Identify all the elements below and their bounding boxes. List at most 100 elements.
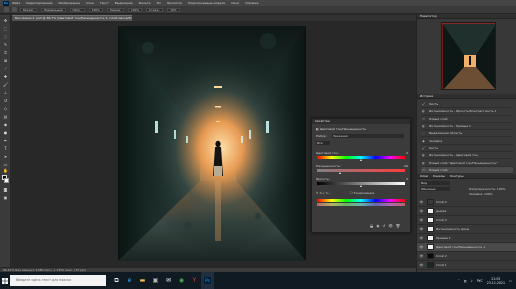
quick-mask-icon[interactable]: ◙ [3,187,8,192]
visibility-eye-icon[interactable]: 👁 [419,245,424,249]
blur-tool-icon[interactable]: ◆ [3,122,8,127]
lasso-tool-icon[interactable]: ◌ [3,34,8,39]
yandex-icon[interactable]: Y [188,272,201,289]
visibility-icon[interactable]: 👁 [388,224,392,228]
menu-item-layers[interactable]: Слои [86,1,94,5]
history-brush-tool-icon[interactable]: ↺ [3,98,8,103]
chrome-icon[interactable]: ◉ [175,272,188,289]
tab-channels[interactable]: Каналы [433,174,445,178]
eyedropper-minus-icon[interactable]: ✎− [325,191,330,195]
layer-thumbnail[interactable] [427,216,434,223]
hue-slider-handle[interactable] [359,159,362,161]
history-item-current[interactable]: ▭ Новый слой [421,166,513,174]
pen-tool-icon[interactable]: ✒ [3,138,8,143]
notifications-icon[interactable]: ▭ [509,279,512,283]
lightness-value[interactable]: 0 [398,177,408,181]
layer-row[interactable]: 👁 Слой 4 [417,198,516,207]
visibility-eye-icon[interactable]: 👁 [419,227,424,231]
clock[interactable]: 21:05 23.11.2021 [487,277,505,285]
layer-row[interactable]: 👁 дымка [417,207,516,216]
history-item[interactable]: 🖌 Кисть [421,145,513,153]
view-previous-icon[interactable]: ◉ [376,224,379,228]
layer-thumbnail[interactable] [427,234,434,241]
channel-select[interactable]: Все [316,141,330,145]
layer-row[interactable]: 👁 Слой 3 [417,216,516,225]
clone-stamp-tool-icon[interactable]: ⊥ [3,90,8,95]
fill-control[interactable]: Заливка: 100% [469,192,515,196]
saturation-slider-handle[interactable] [339,172,342,174]
layer-thumbnail[interactable] [427,198,434,205]
visibility-eye-icon[interactable]: 👁 [419,254,424,258]
layer-thumbnail[interactable] [427,252,434,259]
move-tool-icon[interactable]: ✥ [3,18,8,23]
layer-filter-select[interactable]: Вид [420,181,450,185]
reset-icon[interactable]: ↺ [382,224,385,228]
menu-item-type[interactable]: Текст [100,1,109,5]
document-canvas-image[interactable] [118,26,306,261]
menu-item-3d[interactable]: 3D [157,1,161,5]
frame-tool-icon[interactable]: ⊠ [3,58,8,63]
volume-icon[interactable]: ♪ [471,279,473,283]
smoothing-field[interactable]: 10% [167,7,180,12]
screen-mode-icon[interactable]: ▣ [3,195,8,200]
brush-preset-icon[interactable] [12,7,17,12]
layer-thumbnail[interactable] [427,225,434,232]
type-tool-icon[interactable]: T [3,146,8,151]
opacity-control[interactable]: Непрозрачность: 100% [469,187,515,191]
edge-icon[interactable]: e [123,272,136,289]
blend-mode-select[interactable]: Обычные [420,187,450,191]
menu-item-filter[interactable]: Фильтр [139,1,151,5]
menu-item-select[interactable]: Выделение [115,1,133,5]
hand-tool-icon[interactable]: ✋ [3,168,8,173]
visibility-eye-icon[interactable]: 👁 [419,200,424,204]
layer-row[interactable]: 👁 Интенсивность фона [417,225,516,234]
path-select-tool-icon[interactable]: ➤ [3,154,8,159]
saturation-slider-track[interactable] [317,169,405,172]
eraser-tool-icon[interactable]: ◇ [3,106,8,111]
folder-icon[interactable]: ▬ [136,272,149,289]
menu-item-window[interactable]: Окно [231,1,239,5]
tab-layers[interactable]: Слои [420,174,428,178]
visibility-eye-icon[interactable]: 👁 [419,236,424,240]
quick-select-tool-icon[interactable]: ✎ [3,42,8,47]
colorize-checkbox[interactable]: ☐ Тонирование [350,191,374,195]
crop-tool-icon[interactable]: ⌗ [3,50,8,55]
taskbar-search-input[interactable]: Введите здесь текст для поиска [10,275,106,286]
layer-row[interactable]: 👁 Кривые 1 [417,234,516,243]
history-item[interactable]: ◐ Интенсивность - Яркость/Контрастность 1 [421,108,513,116]
properties-header[interactable]: Свойства [312,119,410,124]
saturation-value[interactable]: -46 [398,164,408,168]
shape-tool-icon[interactable]: ▭ [3,162,8,167]
history-item[interactable]: 🖌 Кисть [421,101,513,109]
menu-item-help[interactable]: Справка [245,1,258,5]
tray-arrow-icon[interactable]: ˄ [458,279,460,283]
navigator-panel-header[interactable]: Навигатор [417,14,516,19]
dodge-tool-icon[interactable]: ● [3,130,8,135]
menu-item-edit[interactable]: Редактирование [26,1,52,5]
menu-item-image[interactable]: Изображение [58,1,80,5]
layer-row[interactable]: 👁 Цветовой тон/Насыщенность 1 [417,243,516,252]
layer-thumbnail[interactable] [427,243,434,250]
menu-item-view[interactable]: Просмотр [167,1,182,5]
history-item[interactable]: ▭ Новый слой [421,116,513,123]
history-item[interactable]: ◐ Новый слой "Цветовой тон/Насыщенность" [421,159,513,167]
pressure-field[interactable]: 100% [128,7,143,12]
tab-paths[interactable]: Контуры [450,174,464,178]
taskview-icon[interactable]: ⧉ [110,272,123,289]
history-item[interactable]: ◐ Интенсивность - Кривые 1 [421,123,513,131]
lightness-slider-handle[interactable] [359,185,362,187]
history-item[interactable]: ⬚ Выделенная область [421,130,513,138]
layer-thumbnail[interactable] [427,207,434,214]
photoshop-icon[interactable]: Ps [201,272,214,289]
background-color-swatch[interactable] [4,178,9,183]
start-button[interactable] [0,272,10,289]
marquee-tool-icon[interactable]: ⬚ [3,26,8,31]
hue-value[interactable]: 0 [398,151,408,155]
layer-row[interactable]: 👁 Слой 2 [417,252,516,261]
opacity-field[interactable]: 100% [88,7,103,12]
store-icon[interactable]: ▣ [149,272,162,289]
eyedropper-plus-icon[interactable]: ✎+ [319,191,324,195]
visibility-eye-icon[interactable]: 👁 [419,263,424,267]
preset-select[interactable]: Заказная [332,134,404,138]
layer-row[interactable]: 👁 Слой 1 [417,261,516,270]
